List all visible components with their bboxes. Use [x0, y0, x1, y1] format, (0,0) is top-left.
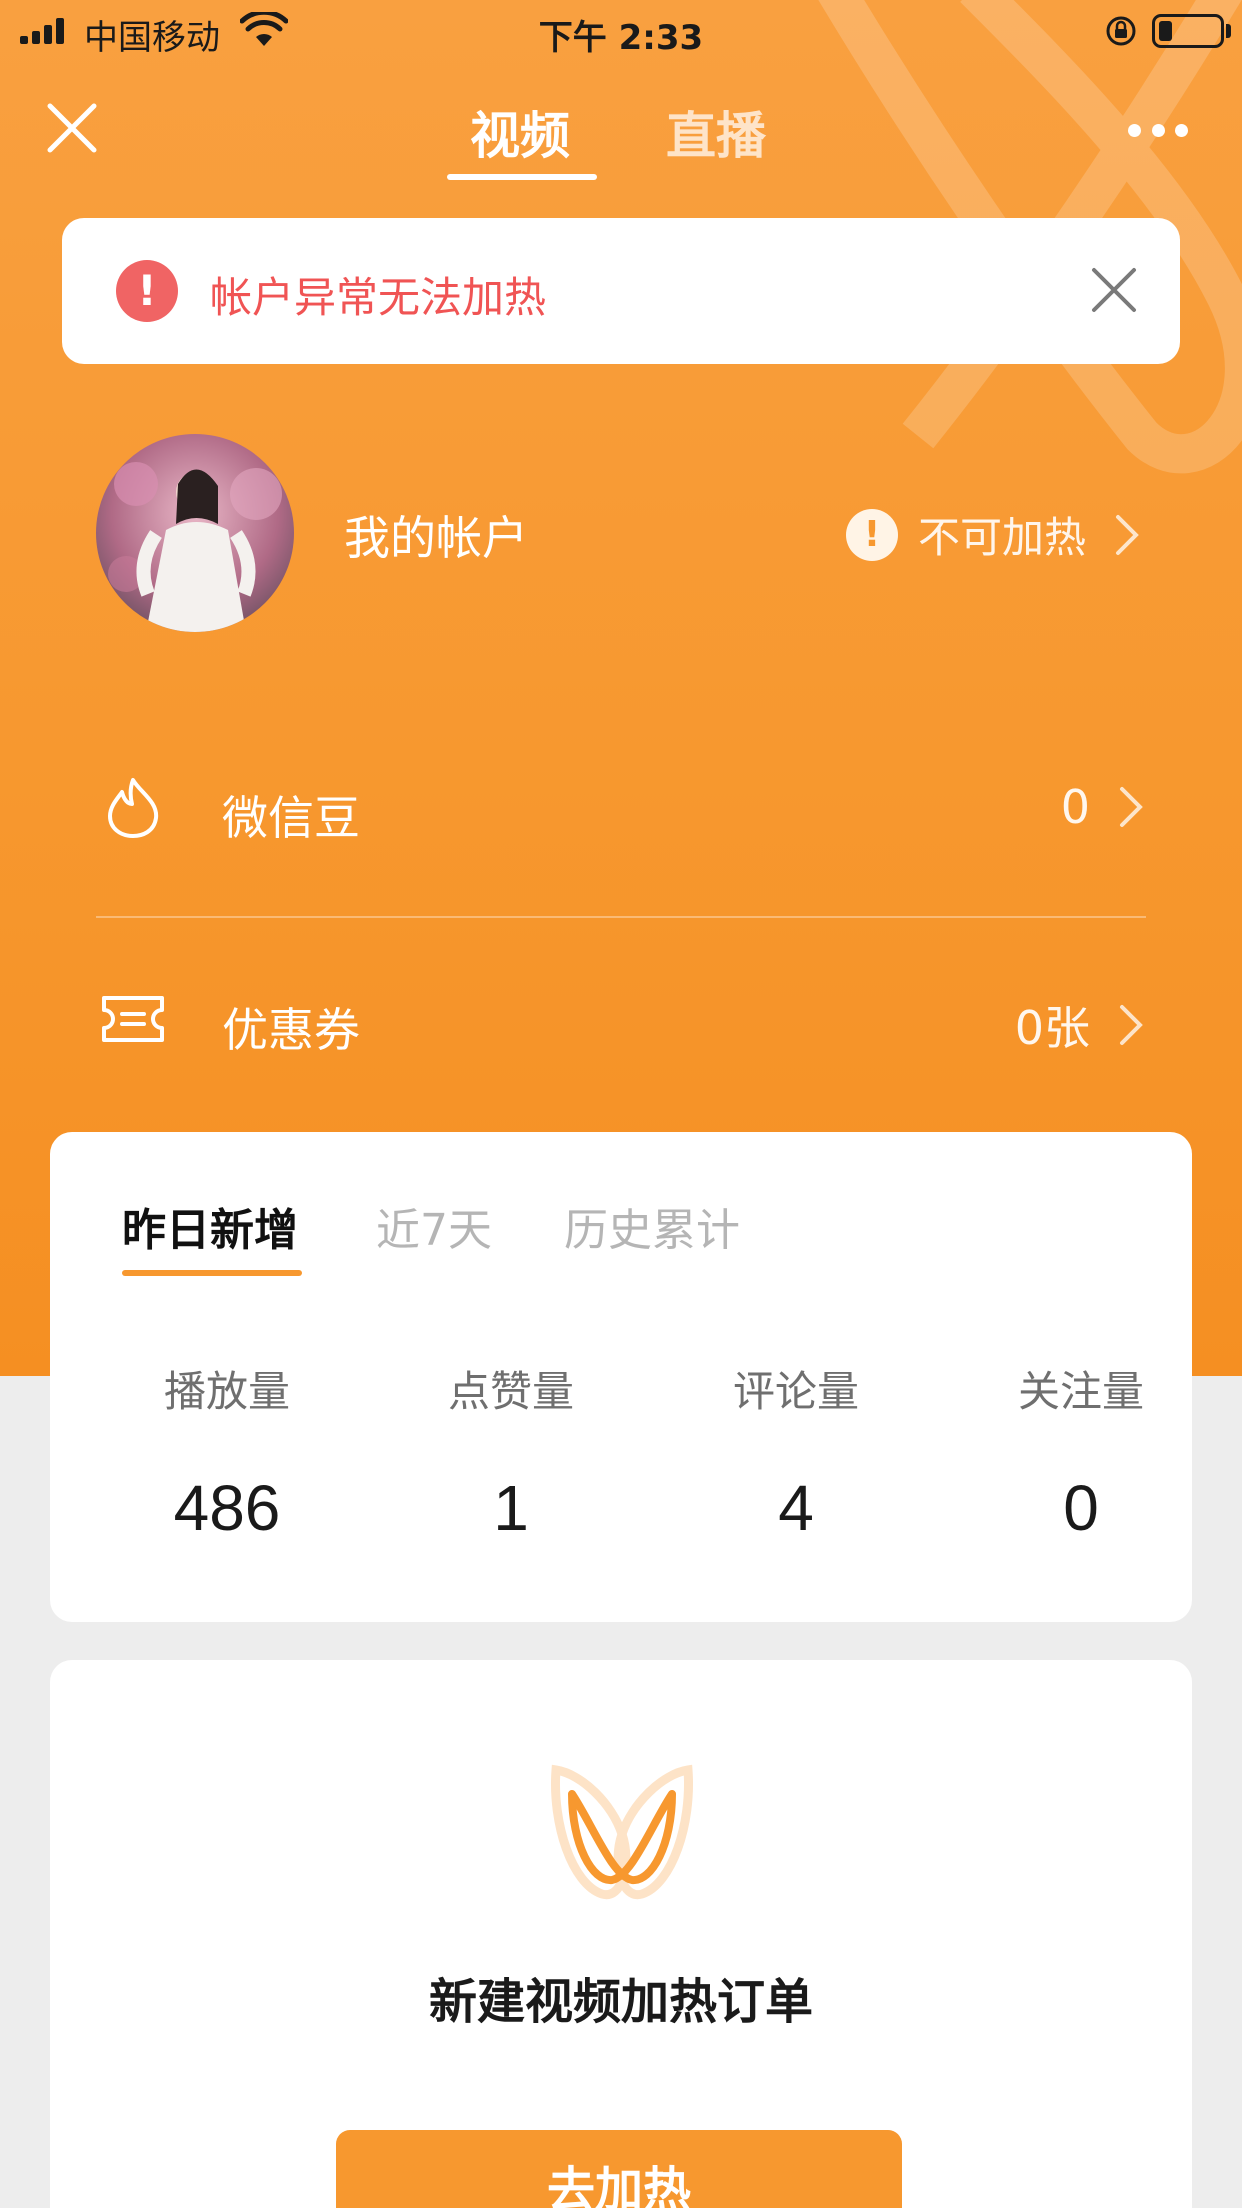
tab-indicator: [447, 174, 597, 180]
avatar[interactable]: [96, 434, 294, 632]
warning-icon: !: [846, 508, 898, 561]
account-status-text: 不可加热: [918, 513, 1087, 562]
orientation-lock-icon: [1106, 16, 1136, 46]
tab-live[interactable]: 直播: [666, 96, 766, 168]
account-name: 我的帐户: [344, 511, 528, 565]
coupons-row[interactable]: 优惠券 0张: [96, 962, 1146, 1082]
metric-value: 4: [778, 1472, 814, 1544]
metric-label: 播放量: [163, 1367, 290, 1416]
battery-icon: [1152, 14, 1224, 48]
tab-last-7-days[interactable]: 近7天: [376, 1194, 492, 1258]
close-icon[interactable]: [44, 100, 100, 156]
metric-follows: 关注量 0: [938, 1358, 1224, 1545]
alert-close-icon[interactable]: [1086, 262, 1142, 318]
alert-icon: !: [116, 260, 178, 322]
status-bar: 中国移动 下午 2:33: [0, 0, 1242, 60]
butterfly-logo-icon: [550, 1764, 694, 1900]
metric-label: 评论量: [732, 1367, 859, 1416]
order-title: 新建视频加热订单: [428, 1974, 813, 2030]
coupons-label: 优惠券: [222, 1003, 360, 1057]
status-time: 下午 2:33: [538, 18, 704, 58]
alert-message: 帐户异常无法加热: [210, 273, 547, 322]
tab-video[interactable]: 视频: [470, 96, 570, 168]
coupons-right: 0张: [1015, 992, 1146, 1058]
tab-yesterday[interactable]: 昨日新增: [122, 1194, 298, 1258]
stats-card: 昨日新增 近7天 历史累计 播放量 486 点赞量 1 评论量 4 关注量 0: [50, 1132, 1192, 1622]
ticket-icon: [102, 996, 164, 1042]
metric-likes: 点赞量 1: [368, 1358, 654, 1545]
metric-value: 1: [493, 1472, 529, 1544]
more-icon[interactable]: [1128, 120, 1188, 140]
battery-level: [1159, 21, 1172, 41]
screen: 中国移动 下午 2:33 视频 直播 ! 帐户异常无法加热 我的帐户 ! 不可加…: [0, 0, 1242, 2208]
chevron-right-icon: [1120, 1005, 1143, 1045]
wechat-beans-label: 微信豆: [222, 791, 360, 845]
metric-comments: 评论量 4: [653, 1358, 939, 1545]
metric-plays: 播放量 486: [84, 1358, 370, 1545]
top-nav: 视频 直播: [0, 60, 1242, 190]
row-divider: [96, 916, 1146, 918]
chevron-right-icon: [1116, 514, 1139, 555]
account-alert-banner: ! 帐户异常无法加热: [62, 218, 1180, 364]
boost-button[interactable]: 去加热: [336, 2130, 902, 2208]
metric-value: 486: [173, 1472, 281, 1544]
wechat-beans-row[interactable]: 微信豆 0: [96, 750, 1146, 870]
wechat-beans-right: 0: [1061, 780, 1146, 834]
wechat-beans-value: 0: [1060, 780, 1090, 834]
chevron-right-icon: [1120, 787, 1143, 827]
metric-value: 0: [1063, 1472, 1099, 1544]
coupons-value: 0张: [1014, 1001, 1090, 1055]
tab-all-time[interactable]: 历史累计: [564, 1194, 740, 1258]
metric-label: 关注量: [1017, 1367, 1144, 1416]
flame-icon: [108, 778, 159, 838]
new-order-card: 新建视频加热订单 去加热: [50, 1660, 1192, 2208]
account-status[interactable]: ! 不可加热: [846, 504, 1142, 565]
battery-tip: [1226, 24, 1231, 38]
stats-tab-indicator: [122, 1270, 302, 1276]
metric-label: 点赞量: [447, 1367, 574, 1416]
